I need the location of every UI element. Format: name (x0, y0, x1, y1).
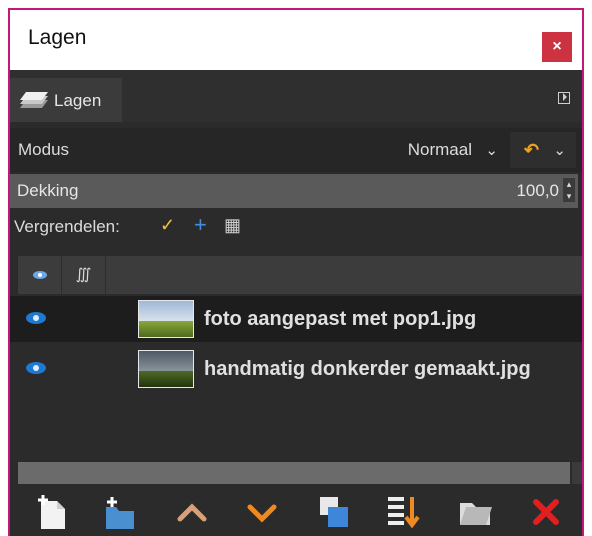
raise-layer-icon (177, 503, 207, 522)
eye-icon[interactable] (26, 362, 46, 374)
mode-label: Modus (18, 140, 70, 159)
layer-thumbnail (138, 350, 194, 388)
opacity-slider[interactable]: Dekking 100,0 ▴ ▾ (10, 174, 578, 208)
new-layer-group-button[interactable] (98, 490, 142, 534)
chevron-down-icon: ⌄ (553, 142, 566, 159)
layer-list-header: ∭ (18, 256, 582, 294)
tab-layers[interactable]: Lagen (10, 78, 122, 122)
composite-mode-icon: ↶ (524, 140, 540, 160)
lock-pixels-icon[interactable]: ✓ (160, 215, 175, 236)
anchor-layer-icon (460, 503, 492, 525)
layers-dialog: Lagen × Lagen Modus Normaal ⌄ ↶ ⌄ Dekkin… (8, 8, 584, 536)
layer-name[interactable]: handmatig donkerder gemaakt.jpg (204, 358, 531, 381)
new-layer-group-icon (106, 497, 134, 529)
chain-icon: ∭ (75, 266, 92, 283)
layers-icon (20, 92, 48, 108)
lock-alpha-icon[interactable]: ▦ (224, 215, 241, 236)
lock-position-icon[interactable]: + (194, 212, 207, 238)
scrollbar-corner (572, 462, 582, 484)
chain-column-header[interactable]: ∭ (62, 256, 106, 294)
tab-label: Lagen (54, 91, 102, 110)
horizontal-scrollbar[interactable] (18, 462, 570, 484)
eye-icon[interactable] (26, 312, 46, 324)
raise-layer-button[interactable] (170, 490, 214, 534)
lock-row: Vergrendelen: ✓ + ▦ (10, 210, 582, 246)
layer-list: foto aangepast met pop1.jpg handmatig do… (10, 296, 582, 464)
chevron-down-icon: ⌄ (485, 142, 498, 159)
dock-tab-strip: Lagen (10, 70, 582, 122)
new-layer-icon (38, 495, 65, 529)
tab-menu-button[interactable] (558, 92, 570, 104)
layer-row[interactable]: handmatig donkerder gemaakt.jpg (10, 346, 582, 392)
composite-mode-button[interactable]: ↶ ⌄ (510, 132, 576, 168)
anchor-layer-button[interactable] (454, 490, 498, 534)
opacity-spin-buttons[interactable]: ▴ ▾ (563, 178, 575, 202)
mode-selector[interactable]: Modus Normaal ⌄ ↶ ⌄ (10, 128, 582, 172)
lock-label: Vergrendelen: (14, 217, 120, 236)
opacity-fill (11, 175, 577, 207)
mode-value: Normaal (407, 140, 472, 159)
layer-name[interactable]: foto aangepast met pop1.jpg (204, 308, 476, 331)
eye-icon (33, 271, 47, 279)
layer-toolbar (10, 488, 582, 536)
duplicate-layer-icon (320, 497, 348, 527)
window-title: Lagen (28, 26, 87, 49)
delete-layer-icon (533, 499, 559, 525)
new-layer-button[interactable] (30, 490, 74, 534)
layer-thumbnail (138, 300, 194, 338)
layer-row[interactable]: foto aangepast met pop1.jpg (10, 296, 582, 342)
visibility-column-header[interactable] (18, 256, 62, 294)
close-button[interactable]: × (542, 32, 572, 62)
duplicate-layer-button[interactable] (312, 490, 356, 534)
lower-layer-button[interactable] (240, 490, 284, 534)
opacity-label: Dekking (17, 181, 79, 200)
title-bar: Lagen × (10, 10, 582, 70)
merge-layer-icon (388, 497, 420, 529)
delete-layer-button[interactable] (524, 490, 568, 534)
merge-layer-button[interactable] (382, 490, 426, 534)
opacity-value: 100,0 (516, 181, 559, 200)
lower-layer-icon (247, 504, 277, 523)
